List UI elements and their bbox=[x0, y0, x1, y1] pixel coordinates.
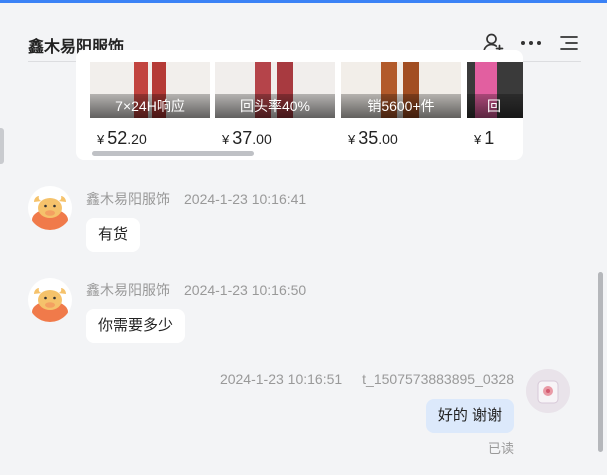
product-item[interactable]: 7×24H响应 ¥52.20 bbox=[90, 62, 210, 157]
product-tag: 销5600+件 bbox=[341, 94, 461, 118]
message-meta: 鑫木易阳服饰 2024-1-23 10:16:41 bbox=[86, 189, 306, 209]
carousel-horizontal-scrollbar[interactable] bbox=[92, 151, 254, 156]
shop-avatar[interactable] bbox=[28, 278, 72, 322]
message-time: 2024-1-23 10:16:41 bbox=[184, 191, 307, 207]
product-carousel[interactable]: 7×24H响应 ¥52.20 回头率40% ¥37.00 销5600+件 ¥35… bbox=[76, 50, 523, 160]
product-price: ¥1 bbox=[474, 128, 495, 148]
shop-avatar[interactable] bbox=[28, 186, 72, 230]
message-meta: 2024-1-23 10:16:51 t_1507573883895_0328 bbox=[220, 371, 514, 387]
menu-list-icon[interactable] bbox=[557, 31, 581, 55]
sender-name: 鑫木易阳服饰 bbox=[86, 282, 170, 298]
product-tag: 7×24H响应 bbox=[90, 94, 210, 118]
product-price: ¥52.20 bbox=[97, 128, 147, 148]
chat-scrollbar[interactable] bbox=[598, 272, 603, 452]
product-price: ¥35.00 bbox=[348, 128, 398, 148]
product-tag: 回 bbox=[467, 94, 523, 118]
side-collapse-handle[interactable] bbox=[0, 128, 4, 164]
read-status: 已读 bbox=[487, 441, 514, 456]
message-meta: 鑫木易阳服饰 2024-1-23 10:16:50 bbox=[86, 280, 306, 300]
sender-name: 鑫木易阳服饰 bbox=[86, 191, 170, 207]
product-item[interactable]: 销5600+件 ¥35.00 bbox=[341, 62, 461, 157]
product-price: ¥37.00 bbox=[222, 128, 272, 148]
sender-name: t_1507573883895_0328 bbox=[362, 371, 514, 387]
user-avatar[interactable] bbox=[526, 369, 570, 413]
more-icon[interactable] bbox=[519, 31, 543, 55]
message-time: 2024-1-23 10:16:51 bbox=[219, 371, 343, 387]
message-bubble[interactable]: 好的 谢谢 bbox=[425, 399, 514, 433]
message-bubble[interactable]: 你需要多少 bbox=[86, 309, 186, 343]
message-time: 2024-1-23 10:16:50 bbox=[184, 282, 307, 298]
product-item[interactable]: 回 ¥1 bbox=[467, 62, 523, 157]
message-bubble[interactable]: 有货 bbox=[86, 218, 141, 252]
product-tag: 回头率40% bbox=[215, 94, 335, 118]
product-item[interactable]: 回头率40% ¥37.00 bbox=[215, 62, 335, 157]
